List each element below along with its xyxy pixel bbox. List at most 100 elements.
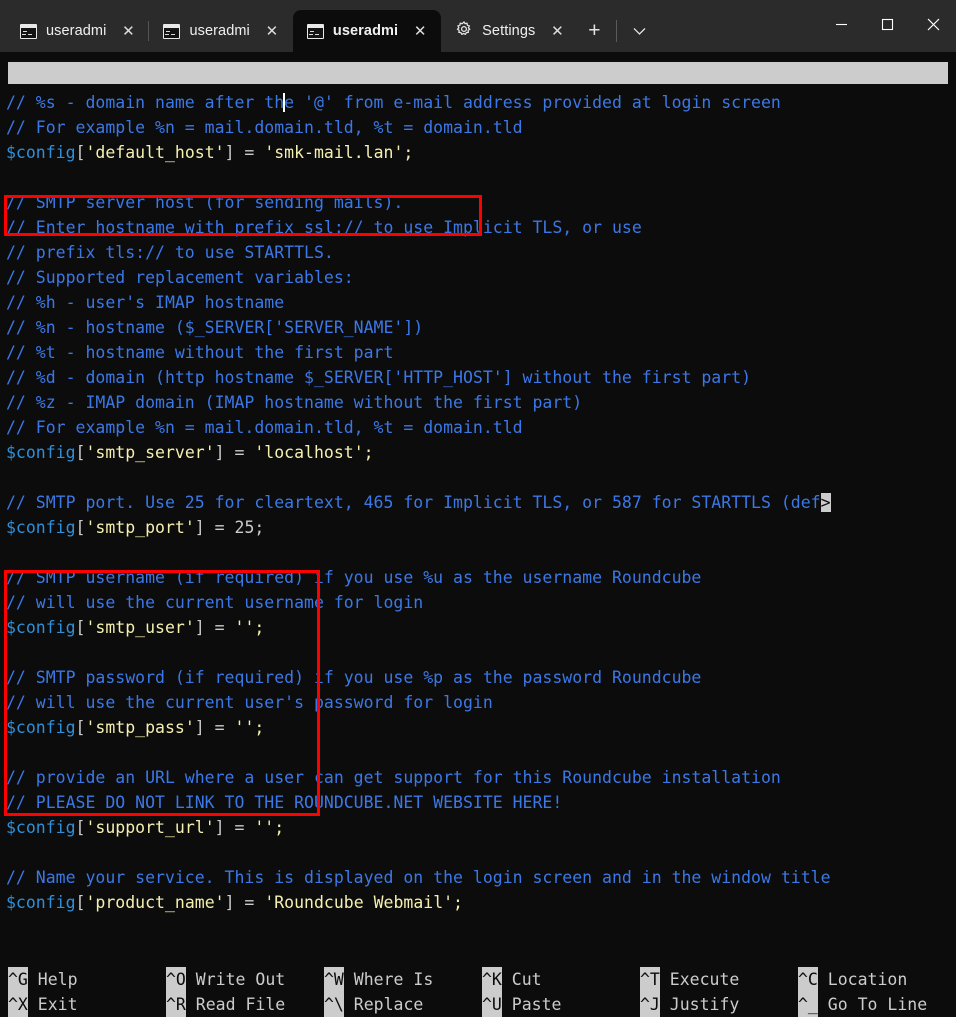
code-comment: e '@' from e-mail address provided at lo… xyxy=(284,93,781,112)
code-comment: // %t - hostname without the first part xyxy=(6,343,394,362)
tab-close-icon[interactable]: ✕ xyxy=(117,20,139,42)
code-comment: // %n - hostname ($_SERVER['SERVER_NAME'… xyxy=(6,318,424,337)
code-line: // Name your service. This is displayed … xyxy=(6,865,956,890)
shortcut-key: ^X xyxy=(8,992,28,1017)
shortcut-location[interactable]: ^C Location xyxy=(798,967,907,992)
editor-text-area[interactable]: // %s - domain name after the '@' from e… xyxy=(0,84,956,915)
shortcut-label: Write Out xyxy=(185,970,286,989)
code-line: // SMTP port. Use 25 for cleartext, 465 … xyxy=(6,490,956,515)
shortcut-key: ^W xyxy=(324,967,344,992)
code-comment: // will use the current user's password … xyxy=(6,693,493,712)
shortcut-label: Read File xyxy=(185,995,286,1014)
code-line: // will use the current username for log… xyxy=(6,590,956,615)
window-titlebar: useradmi ✕ useradmi ✕ useradmi ✕ Settings ✕ + xyxy=(0,0,956,52)
php-variable: $config xyxy=(6,443,76,462)
code-comment: // PLEASE DO NOT LINK TO THE ROUNDCUBE.N… xyxy=(6,793,563,812)
terminal-icon xyxy=(163,23,181,39)
code-line: // %h - user's IMAP hostname xyxy=(6,290,956,315)
shortcut-cut[interactable]: ^K Cut xyxy=(482,967,640,992)
shortcut-key: ^T xyxy=(640,967,660,992)
shortcut-exit[interactable]: ^X Exit xyxy=(8,992,166,1017)
php-operator: = xyxy=(204,718,235,737)
tab-0-useradmi[interactable]: useradmi ✕ xyxy=(6,10,149,52)
php-operator: = xyxy=(224,818,255,837)
code-comment: // Supported replacement variables: xyxy=(6,268,354,287)
tab-2-useradmi[interactable]: useradmi ✕ xyxy=(292,10,442,52)
code-line: // %z - IMAP domain (IMAP hostname witho… xyxy=(6,390,956,415)
code-comment: // SMTP port. Use 25 for cleartext, 465 … xyxy=(6,493,821,512)
php-array-key: ['support_url'] xyxy=(75,818,225,837)
close-button[interactable] xyxy=(910,0,956,48)
php-operator: = xyxy=(204,518,235,537)
php-variable: $config xyxy=(6,618,76,637)
php-value: 'Roundcube Webmail'; xyxy=(264,893,463,912)
tab-close-icon[interactable]: ✕ xyxy=(546,20,568,42)
shortcut-label: Replace xyxy=(343,995,424,1014)
code-line: $config['product_name'] = 'Roundcube Web… xyxy=(6,890,956,915)
shortcut-read-file[interactable]: ^R Read File xyxy=(166,992,324,1017)
new-tab-button[interactable]: + xyxy=(578,14,610,48)
code-comment: // SMTP server host (for sending mails). xyxy=(6,193,404,212)
window-controls xyxy=(818,0,956,48)
code-line: // provide an URL where a user can get s… xyxy=(6,765,956,790)
maximize-button[interactable] xyxy=(864,0,910,48)
code-comment: // provide an URL where a user can get s… xyxy=(6,768,781,787)
shortcut-row-2: ^X Exit ^R Read File ^\ Replace ^U Paste ^J … xyxy=(8,992,948,1017)
code-comment: // will use the current username for log… xyxy=(6,593,424,612)
shortcut-label: Help xyxy=(27,970,78,989)
shortcut-replace[interactable]: ^\ Replace xyxy=(324,992,482,1017)
tab-1-useradmi[interactable]: useradmi ✕ xyxy=(148,10,292,52)
code-comment: // %z - IMAP domain (IMAP hostname witho… xyxy=(6,393,583,412)
shortcut-go-to-line[interactable]: ^_ Go To Line xyxy=(798,992,927,1017)
gear-icon xyxy=(455,20,473,42)
shortcut-key: ^K xyxy=(482,967,502,992)
code-line: // %d - domain (http hostname $_SERVER['… xyxy=(6,365,956,390)
code-comment: // Enter hostname with prefix ssl:// to … xyxy=(6,218,642,237)
shortcut-write-out[interactable]: ^O Write Out xyxy=(166,967,324,992)
code-line: // Enter hostname with prefix ssl:// to … xyxy=(6,215,956,240)
tab-label: Settings xyxy=(482,23,536,39)
php-value: ''; xyxy=(234,718,265,737)
shortcut-justify[interactable]: ^J Justify xyxy=(640,992,798,1017)
code-line: // SMTP server host (for sending mails). xyxy=(6,190,956,215)
tab-list-dropdown-icon[interactable] xyxy=(623,14,655,48)
php-value: 'smk-mail.lan'; xyxy=(264,143,414,162)
shortcut-execute[interactable]: ^T Execute xyxy=(640,967,798,992)
tab-3-settings[interactable]: Settings ✕ xyxy=(441,10,578,52)
minimize-button[interactable] xyxy=(818,0,864,48)
code-comment: // SMTP username (if required) if you us… xyxy=(6,568,702,587)
shortcut-label: Go To Line xyxy=(817,995,928,1014)
code-comment: // For example %n = mail.domain.tld, %t … xyxy=(6,418,523,437)
tab-close-icon[interactable]: ✕ xyxy=(409,20,431,42)
tab-close-icon[interactable]: ✕ xyxy=(261,20,283,42)
nano-shortcut-bar: ^G Help ^O Write Out ^W Where Is ^K Cut ^T E… xyxy=(0,967,956,1017)
code-line: // will use the current user's password … xyxy=(6,690,956,715)
shortcut-label: Location xyxy=(817,970,908,989)
code-line: // For example %n = mail.domain.tld, %t … xyxy=(6,115,956,140)
code-line: // %s - domain name after the '@' from e… xyxy=(6,90,956,115)
shortcut-where-is[interactable]: ^W Where Is xyxy=(324,967,482,992)
nano-title-bar: GNU nano 5.4 config.inc.php * xyxy=(8,62,948,126)
shortcut-key: ^_ xyxy=(798,992,818,1017)
php-operator: = xyxy=(224,443,255,462)
shortcut-label: Cut xyxy=(501,970,542,989)
code-line: $config['smtp_pass'] = ''; xyxy=(6,715,956,740)
shortcut-help[interactable]: ^G Help xyxy=(8,967,166,992)
shortcut-key: ^\ xyxy=(324,992,344,1017)
shortcut-key: ^C xyxy=(798,967,818,992)
shortcut-paste[interactable]: ^U Paste xyxy=(482,992,640,1017)
php-operator: = xyxy=(234,143,265,162)
terminal-pane[interactable]: GNU nano 5.4 config.inc.php * // %s - do… xyxy=(0,62,956,1017)
shortcut-label: Paste xyxy=(501,995,562,1014)
php-array-key: ['smtp_user'] xyxy=(75,618,205,637)
php-variable: $config xyxy=(6,518,76,537)
php-variable: $config xyxy=(6,893,76,912)
php-variable: $config xyxy=(6,143,76,162)
tab-label: useradmi xyxy=(332,23,399,39)
php-array-key: ['smtp_server'] xyxy=(75,443,225,462)
code-line: $config['default_host'] = 'smk-mail.lan'… xyxy=(6,140,956,165)
